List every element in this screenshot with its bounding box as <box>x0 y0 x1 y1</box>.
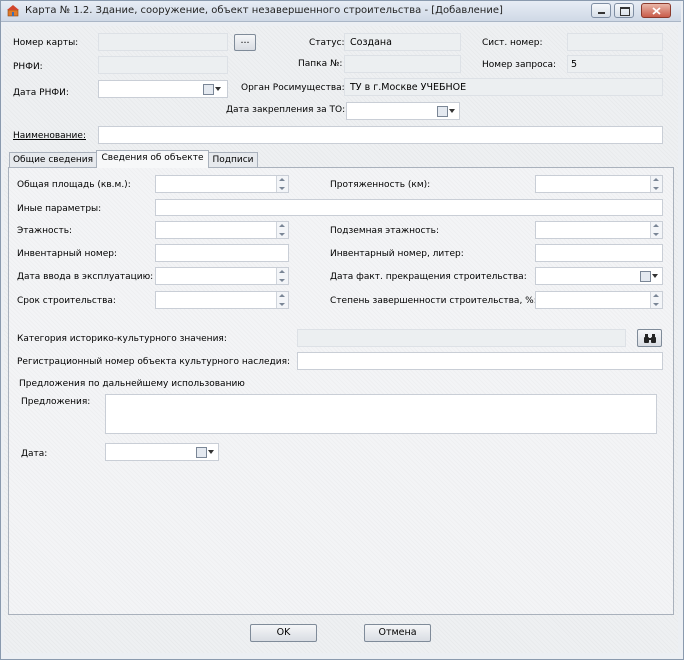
spinner-arrows-icon[interactable] <box>276 222 288 238</box>
date-label: Дата: <box>21 449 48 459</box>
proposals-textarea[interactable] <box>105 394 657 434</box>
card-number-label: Номер карты: <box>13 38 79 48</box>
status-field: Создана <box>344 33 461 51</box>
rnfi-label: РНФИ: <box>13 62 43 72</box>
tab-general[interactable]: Общие сведения <box>9 152 97 168</box>
minimize-icon <box>598 12 605 14</box>
inventory-letter-label: Инвентарный номер, литер: <box>330 249 464 259</box>
card-number-field[interactable] <box>98 33 228 51</box>
spinner-arrows-icon[interactable] <box>650 292 662 308</box>
spinner-arrows-icon[interactable] <box>276 176 288 192</box>
proposals-label: Предложения: <box>21 397 91 407</box>
commission-date-spinner[interactable] <box>155 267 289 285</box>
heritage-category-label: Категория историко-культурного значения: <box>17 334 227 344</box>
calendar-dropdown-icon[interactable] <box>201 82 223 96</box>
agency-label: Орган Росимущества: <box>241 83 345 93</box>
length-label: Протяженность (км): <box>330 180 431 190</box>
proposals-group-label: Предложения по дальнейшему использованию <box>19 379 245 389</box>
sys-number-field <box>567 33 663 51</box>
rnfi-field[interactable] <box>98 56 228 74</box>
total-area-label: Общая площадь (кв.м.): <box>17 180 131 190</box>
agency-value: ТУ в г.Москве УЧЕБНОЕ <box>350 82 467 93</box>
window-title: Карта № 1.2. Здание, сооружение, объект … <box>25 5 503 16</box>
floors-label: Этажность: <box>17 226 73 236</box>
request-number-value: 5 <box>571 59 578 70</box>
cancel-button[interactable]: Отмена <box>364 624 431 642</box>
spinner-arrows-icon[interactable] <box>650 222 662 238</box>
inventory-field[interactable] <box>155 244 289 262</box>
name-label[interactable]: Наименование: <box>13 131 86 141</box>
length-spinner[interactable] <box>535 175 663 193</box>
ok-button[interactable]: OK <box>250 624 317 642</box>
close-button[interactable] <box>641 3 671 18</box>
binoculars-icon <box>644 334 656 343</box>
stop-date-label: Дата факт. прекращения строительства: <box>330 272 527 282</box>
spinner-arrows-icon[interactable] <box>276 292 288 308</box>
sys-number-label: Сист. номер: <box>482 38 543 48</box>
total-area-spinner[interactable] <box>155 175 289 193</box>
folder-field <box>344 55 461 73</box>
name-field[interactable] <box>98 126 663 144</box>
search-button[interactable] <box>637 329 662 347</box>
close-icon <box>652 7 661 15</box>
build-period-label: Срок строительства: <box>17 296 116 306</box>
minimize-button[interactable] <box>591 3 611 18</box>
calendar-dropdown-icon[interactable] <box>435 104 457 118</box>
request-number-label: Номер запроса: <box>482 60 557 70</box>
maximize-button[interactable] <box>614 3 634 18</box>
calendar-dropdown-icon[interactable] <box>194 445 216 459</box>
spinner-arrows-icon[interactable] <box>650 176 662 192</box>
completion-spinner[interactable] <box>535 291 663 309</box>
rnfi-date-label: Дата РНФИ: <box>13 88 69 98</box>
heritage-reg-field[interactable] <box>297 352 663 370</box>
folder-label: Папка №: <box>298 59 343 69</box>
assign-date-label: Дата закрепления за ТО: <box>226 105 346 115</box>
calendar-dropdown-icon[interactable] <box>638 269 660 283</box>
underground-label: Подземная этажность: <box>330 226 440 236</box>
heritage-reg-label: Регистрационный номер объекта культурног… <box>17 357 291 367</box>
spinner-arrows-icon[interactable] <box>276 268 288 284</box>
other-params-field[interactable] <box>155 199 663 216</box>
completion-label: Степень завершенности строительства, %: <box>330 296 537 306</box>
other-params-label: Иные параметры: <box>17 204 102 214</box>
commission-date-label: Дата ввода в эксплуатацию: <box>17 272 154 282</box>
heritage-category-field[interactable] <box>297 329 626 347</box>
status-label: Статус: <box>309 38 345 48</box>
request-number-field: 5 <box>567 55 663 73</box>
inventory-letter-field[interactable] <box>535 244 663 262</box>
build-period-spinner[interactable] <box>155 291 289 309</box>
title-bar[interactable]: Карта № 1.2. Здание, сооружение, объект … <box>1 1 681 22</box>
inventory-label: Инвентарный номер: <box>17 249 117 259</box>
tab-signatures[interactable]: Подписи <box>208 152 258 168</box>
agency-field[interactable]: ТУ в г.Москве УЧЕБНОЕ <box>344 78 663 96</box>
proposal-date-picker[interactable] <box>105 443 219 461</box>
card-browse-button[interactable]: ... <box>234 34 256 51</box>
underground-spinner[interactable] <box>535 221 663 239</box>
rnfi-date-picker[interactable] <box>98 80 228 98</box>
status-value: Создана <box>350 37 392 48</box>
assign-date-picker[interactable] <box>346 102 460 120</box>
maximize-icon <box>620 7 630 16</box>
app-icon <box>7 5 19 17</box>
floors-spinner[interactable] <box>155 221 289 239</box>
stop-date-picker[interactable] <box>535 267 663 285</box>
tab-object-details[interactable]: Сведения об объекте <box>96 150 209 168</box>
